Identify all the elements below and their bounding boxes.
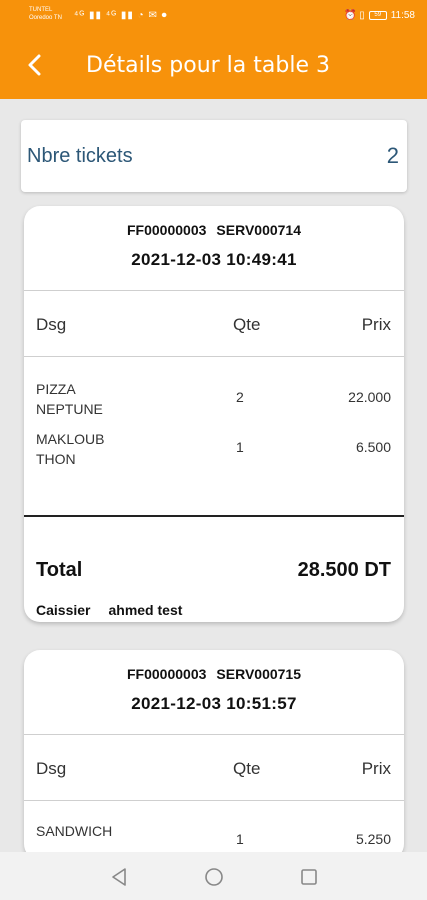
item-price: 22.000 <box>348 389 391 405</box>
clock: 11:58 <box>390 10 415 21</box>
cashier-name: ahmed test <box>108 602 183 618</box>
ticket-ids: FF00000003 SERV000714 <box>24 206 404 238</box>
chevron-left-icon[interactable] <box>18 49 50 81</box>
carrier-info: TUNTEL Ooredoo TN <box>29 6 62 22</box>
signal-icons: ⁴ᴳ ▮▮ ⁴ᴳ ▮▮ ◔ ✉ ⏺ <box>74 10 168 21</box>
server-number: SERV000714 <box>216 222 301 238</box>
ticket-count-value: 2 <box>386 143 399 168</box>
item-quantity: 2 <box>236 389 244 405</box>
server-number: SERV000715 <box>216 666 301 682</box>
cashier-label: Caissier <box>36 602 91 618</box>
column-qte: Qte <box>233 315 261 334</box>
column-dsg: Dsg <box>36 315 67 334</box>
item-quantity: 1 <box>236 831 244 847</box>
total-label: Total <box>36 559 83 581</box>
system-nav-bar <box>0 852 427 900</box>
cashier-info: Caissier ahmed test <box>36 602 182 618</box>
column-headers: Dsg Qte Prix <box>24 735 404 801</box>
carrier-line-2: Ooredoo TN <box>29 15 62 21</box>
item-designation: SANDWICH <box>36 823 113 839</box>
ticket-datetime: 2021-12-03 10:49:41 <box>131 250 297 269</box>
ticket-ids: FF00000003 SERV000715 <box>24 650 404 682</box>
column-dsg: Dsg <box>36 759 67 778</box>
invoice-number: FF00000003 <box>127 666 207 682</box>
status-bar: TUNTEL Ooredoo TN ⁴ᴳ ▮▮ ⁴ᴳ ▮▮ ◔ ✉ ⏺ ⏰ ▯ … <box>0 0 427 33</box>
total-value: 28.500 DT <box>297 559 391 581</box>
items-list: PIZZA NEPTUNE 2 22.000 MAKLOUB THON 1 6.… <box>24 357 404 517</box>
page-title: Détails pour la table 3 <box>86 53 330 78</box>
carrier-line-1: TUNTEL <box>29 7 53 13</box>
ticket-datetime: 2021-12-03 10:51:57 <box>131 694 297 713</box>
invoice-number: FF00000003 <box>127 222 207 238</box>
triangle-back-icon[interactable] <box>108 866 130 888</box>
column-prix: Prix <box>361 759 391 778</box>
item-price: 6.500 <box>355 439 391 455</box>
ticket-count-card: Nbre tickets 2 <box>21 120 407 192</box>
column-qte: Qte <box>233 759 261 778</box>
circle-home-icon[interactable] <box>203 866 225 888</box>
ticket-header: FF00000003 SERV000714 2021-12-03 10:49:41 <box>24 206 404 291</box>
status-right: ⏰ ▯ 59 11:58 <box>344 10 415 21</box>
alarm-icon: ⏰ ▯ <box>343 10 365 21</box>
battery-icon: 59 <box>368 11 387 20</box>
ticket-header: FF00000003 SERV000715 2021-12-03 10:51:57 <box>24 650 404 735</box>
column-headers: Dsg Qte Prix <box>24 291 404 357</box>
app-bar: Détails pour la table 3 <box>0 33 427 99</box>
square-recents-icon[interactable] <box>298 866 320 888</box>
item-designation: PIZZA NEPTUNE <box>36 381 103 417</box>
column-prix: Prix <box>361 315 391 334</box>
ticket-card[interactable]: FF00000003 SERV000715 2021-12-03 10:51:57… <box>24 650 404 860</box>
item-price: 5.250 <box>355 831 391 847</box>
ticket-count-label: Nbre tickets <box>27 145 133 167</box>
ticket-card[interactable]: FF00000003 SERV000714 2021-12-03 10:49:41… <box>24 206 404 622</box>
item-designation: MAKLOUB THON <box>36 431 105 467</box>
ticket-total: Total 28.500 DT <box>24 517 404 597</box>
item-quantity: 1 <box>236 439 244 455</box>
